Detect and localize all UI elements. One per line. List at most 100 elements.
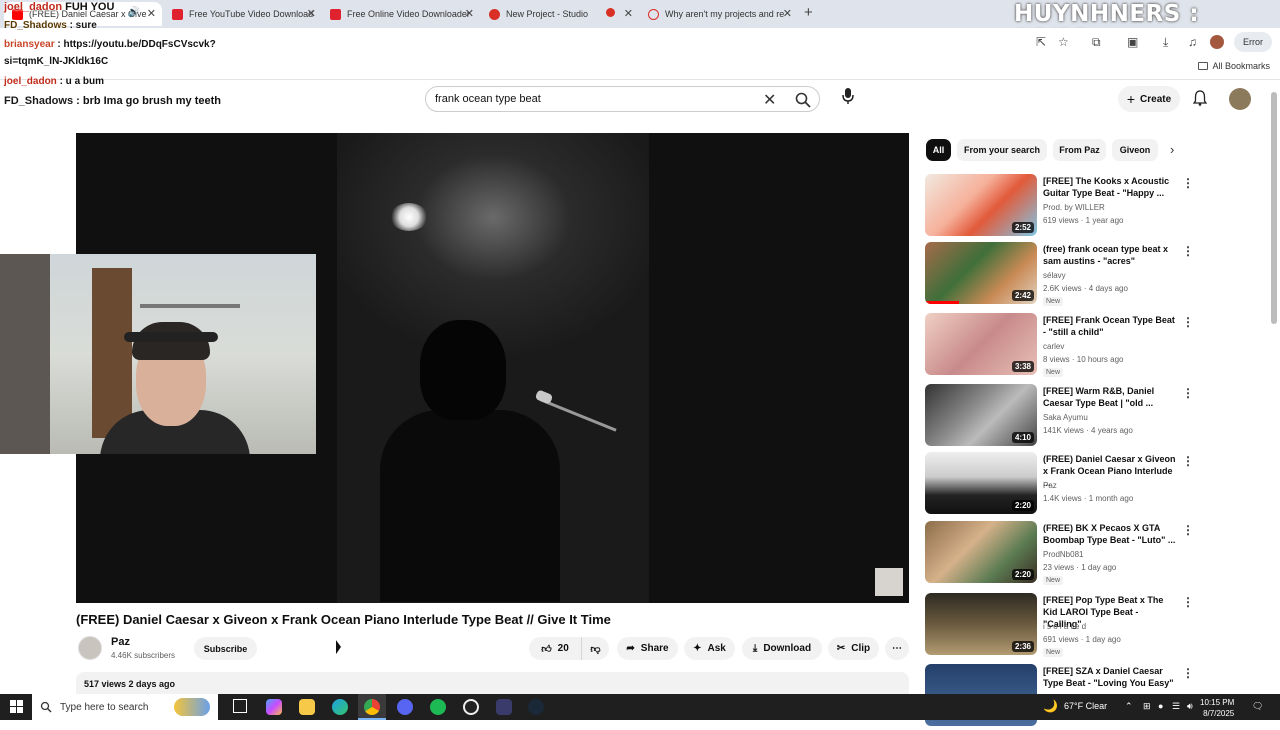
page-scrollbar[interactable] — [1271, 92, 1277, 324]
close-tab-icon[interactable]: ✕ — [147, 7, 156, 20]
chip-giveon[interactable]: Giveon — [1112, 139, 1158, 161]
recommendation-card[interactable]: 4:10 [FREE] Warm R&B, Daniel Caesar Type … — [925, 384, 1194, 450]
sidebar-icon[interactable]: ▣ — [1127, 35, 1138, 49]
chip-from-paz[interactable]: From Paz — [1053, 139, 1106, 161]
more-vertical-icon[interactable]: ⋮ — [1182, 315, 1194, 329]
recommendation-card[interactable]: 2:52 [FREE] The Kooks x Acoustic Guitar T… — [925, 174, 1194, 240]
clock[interactable]: 10:15 PM 8/7/2025 — [1200, 697, 1234, 719]
account-avatar[interactable] — [1229, 88, 1251, 110]
more-vertical-icon[interactable]: ⋮ — [1182, 386, 1194, 400]
mic-tray-icon[interactable]: ● — [1158, 701, 1163, 711]
chrome-icon[interactable] — [364, 699, 380, 715]
weather-text[interactable]: 67°F Clear — [1064, 701, 1107, 711]
video-thumbnail[interactable]: 2:42 — [925, 242, 1037, 304]
tab-new-project[interactable]: New Project - Studio ✕ — [481, 2, 639, 26]
all-bookmarks-button[interactable]: All Bookmarks — [1198, 61, 1270, 71]
obs-icon[interactable] — [463, 699, 479, 715]
video-thumbnail[interactable]: 3:38 — [925, 313, 1037, 375]
install-app-icon[interactable]: ⇱ — [1036, 35, 1046, 49]
video-thumbnail[interactable]: 2:52 — [925, 174, 1037, 236]
more-vertical-icon[interactable]: ⋮ — [1182, 176, 1194, 190]
like-button[interactable]: 👍︎ 20 — [529, 637, 581, 660]
recommendation-channel[interactable]: ProdNb081 — [1043, 550, 1083, 559]
notifications-bell-icon[interactable] — [1192, 90, 1208, 109]
error-button[interactable]: Error — [1234, 32, 1272, 52]
tab-yt-downloader[interactable]: Free YouTube Video Download ✕ — [164, 2, 322, 26]
file-explorer-icon[interactable] — [299, 699, 315, 715]
recommendation-title[interactable]: [FREE] Warm R&B, Daniel Caesar Type Beat… — [1043, 385, 1179, 409]
recommendation-title[interactable]: (free) frank ocean type beat x sam austi… — [1043, 243, 1179, 267]
recommendation-title[interactable]: [FREE] SZA x Daniel Caesar Type Beat - "… — [1043, 665, 1179, 689]
more-vertical-icon[interactable]: ⋮ — [1182, 454, 1194, 468]
extensions-icon[interactable]: ⧉ — [1092, 35, 1101, 50]
recommendation-title[interactable]: (FREE) BK X Pecaos X GTA Boombap Type Be… — [1043, 522, 1179, 546]
download-button[interactable]: ⤓ Download — [742, 637, 822, 660]
more-vertical-icon[interactable]: ⋮ — [1182, 244, 1194, 258]
close-tab-icon[interactable]: ✕ — [307, 7, 316, 20]
download-icon[interactable]: ⤓ — [1163, 35, 1168, 50]
task-view-icon[interactable] — [233, 699, 247, 713]
edge-icon[interactable] — [332, 699, 348, 715]
close-tab-icon[interactable]: ✕ — [465, 7, 474, 20]
recommendation-title[interactable]: (FREE) Daniel Caesar x Giveon x Frank Oc… — [1043, 453, 1179, 489]
video-thumbnail[interactable]: 2:20 — [925, 521, 1037, 583]
more-vertical-icon[interactable]: ⋮ — [1182, 666, 1194, 680]
recommendation-card[interactable]: 3:38 [FREE] Frank Ocean Type Beat - "stil… — [925, 313, 1194, 379]
notifications-icon[interactable]: 🗨︎ — [1252, 701, 1263, 712]
tray-chevron-icon[interactable]: ⌃ — [1125, 701, 1133, 712]
windows-start-icon[interactable] — [10, 700, 23, 718]
steam-icon[interactable] — [528, 699, 544, 715]
more-vertical-icon[interactable]: ⋮ — [1182, 595, 1194, 609]
discord-icon[interactable] — [397, 699, 413, 715]
close-tab-icon[interactable]: ✕ — [783, 7, 792, 20]
recommendation-channel[interactable]: carlev — [1043, 342, 1064, 351]
recommendation-card[interactable]: 2:20 (FREE) Daniel Caesar x Giveon x Fran… — [925, 452, 1194, 518]
clear-search-icon[interactable]: ✕ — [763, 90, 776, 110]
tab-online-downloader[interactable]: Free Online Video Downloader ✕ — [322, 2, 480, 26]
recommendation-channel[interactable]: Paz — [1043, 481, 1057, 490]
search-input[interactable]: frank ocean type beat — [435, 93, 541, 105]
app-icon[interactable] — [496, 699, 512, 715]
recommendation-title[interactable]: [FREE] The Kooks x Acoustic Guitar Type … — [1043, 175, 1179, 199]
taskbar-search-input[interactable]: Type here to search — [60, 702, 148, 713]
tab-why-projects[interactable]: Why aren't my projects and re ✕ — [640, 2, 798, 26]
recommendation-card[interactable]: 2:36 [FREE] Pop Type Beat x The Kid LAROI… — [925, 593, 1194, 659]
wifi-icon[interactable]: ☰ — [1172, 701, 1180, 712]
ask-button[interactable]: ✦ Ask — [684, 637, 735, 660]
bookmark-star-icon[interactable]: ☆ — [1058, 35, 1069, 49]
chip-all[interactable]: All — [926, 139, 951, 161]
recommendation-channel[interactable]: i s o l a t e d — [1043, 622, 1086, 631]
create-button[interactable]: + Create — [1118, 86, 1180, 112]
more-vertical-icon[interactable]: ⋮ — [1182, 523, 1194, 537]
profile-avatar-icon[interactable] — [1210, 35, 1224, 49]
media-controls-icon[interactable]: ♫ — [1188, 35, 1197, 49]
more-actions-button[interactable]: ⋯ — [885, 637, 909, 660]
copilot-icon[interactable] — [266, 699, 282, 715]
spotify-icon[interactable] — [430, 699, 446, 715]
network-icon[interactable]: ⊞ — [1143, 701, 1151, 712]
recommendation-title[interactable]: [FREE] Frank Ocean Type Beat - "still a … — [1043, 314, 1179, 338]
new-tab-button[interactable]: + — [804, 4, 813, 21]
recommendation-channel[interactable]: sélavy — [1043, 271, 1066, 280]
close-tab-icon[interactable]: ✕ — [624, 7, 633, 20]
search-box[interactable]: frank ocean type beat ✕ — [425, 86, 820, 112]
video-thumbnail[interactable]: 2:36 — [925, 593, 1037, 655]
description-box[interactable]: 517 views 2 days ago — [76, 672, 909, 696]
recommendation-channel[interactable]: Prod. by WILLER — [1043, 203, 1105, 212]
subscribe-button[interactable]: Subscribe — [194, 637, 257, 660]
chip-from-your-search[interactable]: From your search — [957, 139, 1047, 161]
dislike-button[interactable]: 👎︎ — [581, 637, 609, 660]
recommendation-card[interactable]: 2:42 (free) frank ocean type beat x sam a… — [925, 242, 1194, 308]
recommendation-card[interactable]: 2:20 (FREE) BK X Pecaos X GTA Boombap Typ… — [925, 521, 1194, 587]
taskbar-search[interactable]: Type here to search — [32, 694, 218, 720]
volume-icon[interactable]: 🔊︎ — [1187, 701, 1193, 712]
channel-watermark[interactable] — [875, 568, 903, 596]
share-button[interactable]: ➦ Share — [617, 637, 678, 660]
clip-button[interactable]: ✂ Clip — [828, 637, 879, 660]
speaker-icon[interactable]: 🔊 — [128, 7, 140, 18]
video-thumbnail[interactable]: 2:20 — [925, 452, 1037, 514]
chevron-right-icon[interactable]: › — [1170, 142, 1174, 157]
video-thumbnail[interactable]: 4:10 — [925, 384, 1037, 446]
channel-name[interactable]: Paz — [111, 636, 130, 648]
recommendation-channel[interactable]: Saka Ayumu — [1043, 413, 1088, 422]
